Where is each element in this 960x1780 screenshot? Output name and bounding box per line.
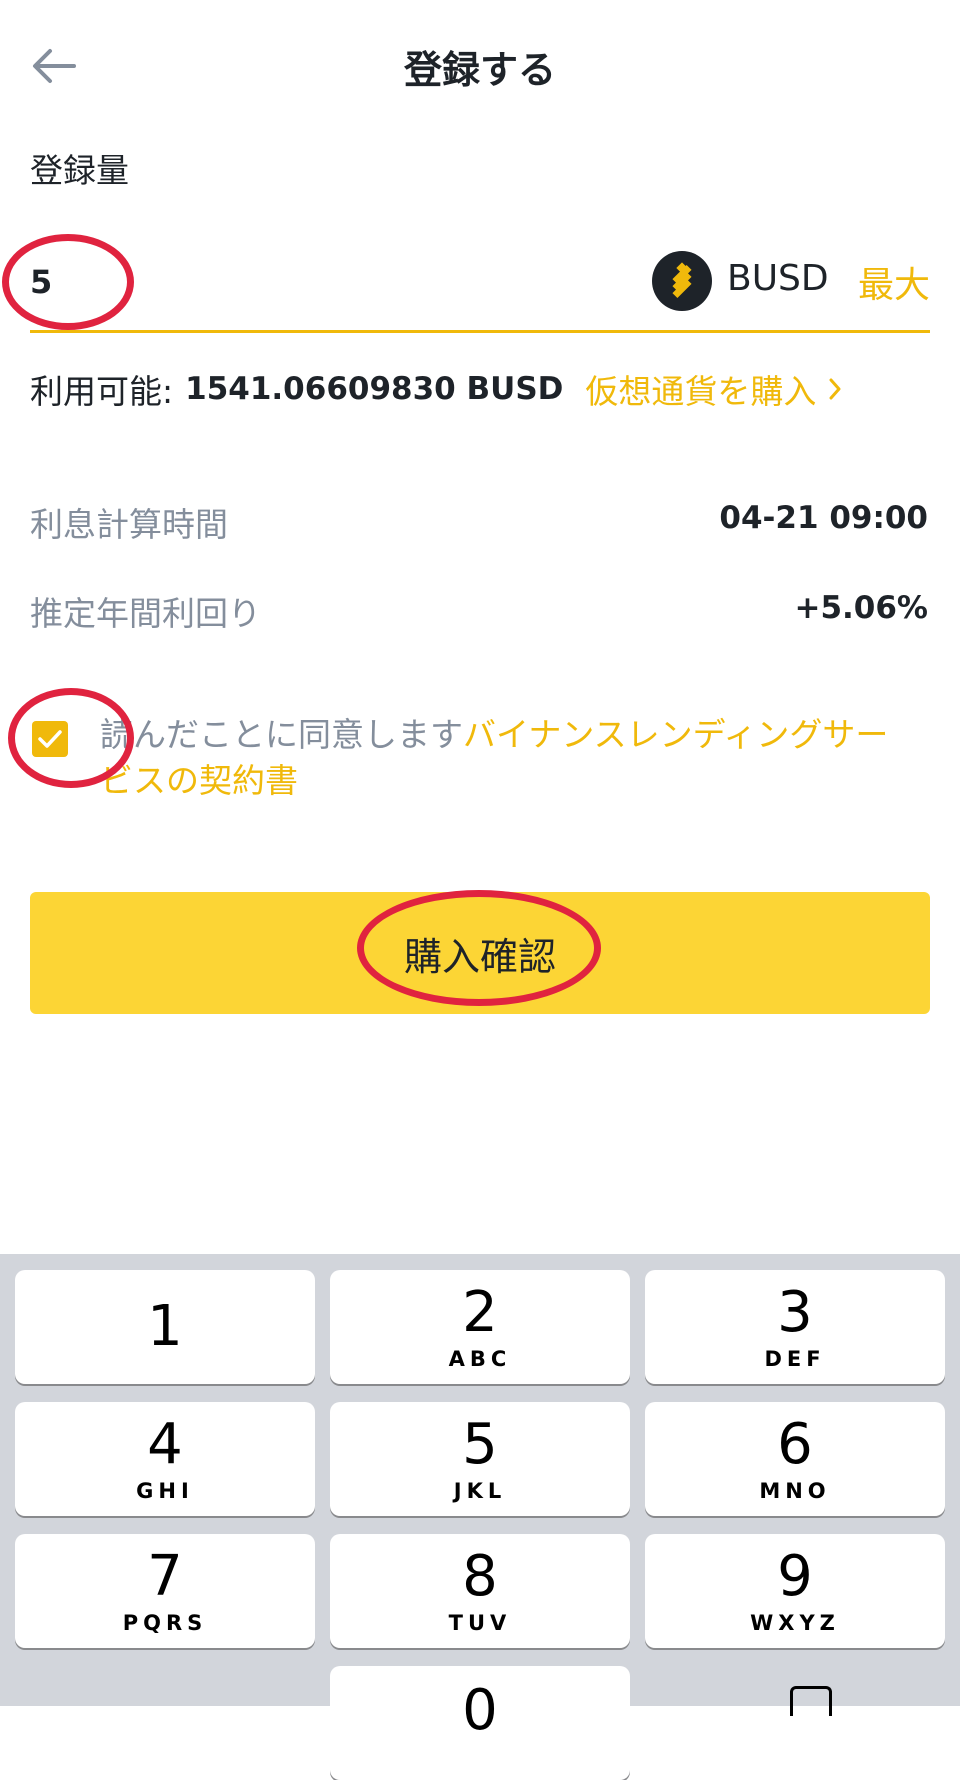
input-underline (30, 330, 930, 333)
available-value: 1541.06609830 BUSD (185, 371, 564, 407)
coin-name: BUSD (727, 258, 829, 299)
numeric-keypad: 1 2 ABC 3 DEF 4 GHI 5 JKL 6 MNO 7 PQRS 8… (0, 1254, 960, 1780)
key-digit: 0 (462, 1678, 498, 1743)
chevron-right-icon (829, 378, 841, 400)
key-3[interactable]: 3 DEF (645, 1270, 945, 1384)
interest-time-value: 04-21 09:00 (719, 500, 928, 536)
apy-label: 推定年間利回り (30, 594, 261, 633)
buy-crypto-link[interactable]: 仮想通貨を購入 (585, 365, 842, 413)
available-label: 利用可能: (30, 372, 174, 411)
agreement-checkbox[interactable] (32, 721, 68, 757)
key-9[interactable]: 9 WXYZ (645, 1534, 945, 1648)
checkmark-icon (38, 730, 62, 748)
key-1[interactable]: 1 (15, 1270, 315, 1384)
key-letters: TUV (448, 1611, 512, 1635)
key-digit: 6 (777, 1412, 813, 1477)
key-4[interactable]: 4 GHI (15, 1402, 315, 1516)
key-letters: ABC (448, 1347, 512, 1371)
confirm-purchase-button[interactable]: 購入確認 (30, 892, 930, 1014)
arrow-left-icon (33, 49, 76, 83)
key-digit: 5 (462, 1412, 498, 1477)
key-5[interactable]: 5 JKL (330, 1402, 630, 1516)
amount-input[interactable] (30, 250, 330, 314)
key-letters: PQRS (122, 1611, 208, 1635)
max-button[interactable]: 最大 (858, 256, 930, 308)
back-button[interactable] (22, 38, 86, 94)
key-letters: JKL (453, 1479, 507, 1503)
key-letters: DEF (764, 1347, 826, 1371)
buy-crypto-link-label: 仮想通貨を購入 (585, 372, 817, 411)
interest-time-label: 利息計算時間 (30, 505, 228, 544)
key-0[interactable]: 0 (330, 1666, 630, 1780)
key-letters: GHI (136, 1479, 194, 1503)
key-digit: 7 (147, 1544, 183, 1609)
key-letters: WXYZ (750, 1611, 840, 1635)
key-7[interactable]: 7 PQRS (15, 1534, 315, 1648)
backspace-icon[interactable] (790, 1686, 832, 1716)
agreement-text: 読んだことに同意しますバイナンスレンディングサービスの契約書 (100, 712, 900, 804)
confirm-purchase-label: 購入確認 (403, 934, 556, 979)
busd-coin-icon (652, 251, 712, 311)
key-6[interactable]: 6 MNO (645, 1402, 945, 1516)
key-digit: 1 (147, 1294, 183, 1359)
amount-label: 登録量 (30, 151, 129, 190)
key-2[interactable]: 2 ABC (330, 1270, 630, 1384)
key-8[interactable]: 8 TUV (330, 1534, 630, 1648)
apy-value: +5.06% (794, 590, 928, 626)
agreement-plain-text: 読んだことに同意します (100, 715, 463, 754)
key-letters: MNO (759, 1479, 831, 1503)
available-balance-row: 利用可能: 1541.06609830 BUSD 仮想通貨を購入 (30, 366, 842, 412)
page-title: 登録する (403, 47, 556, 92)
key-digit: 8 (462, 1544, 498, 1609)
key-digit: 3 (777, 1280, 813, 1345)
key-digit: 4 (147, 1412, 183, 1477)
key-digit: 9 (777, 1544, 813, 1609)
key-digit: 2 (462, 1280, 498, 1345)
